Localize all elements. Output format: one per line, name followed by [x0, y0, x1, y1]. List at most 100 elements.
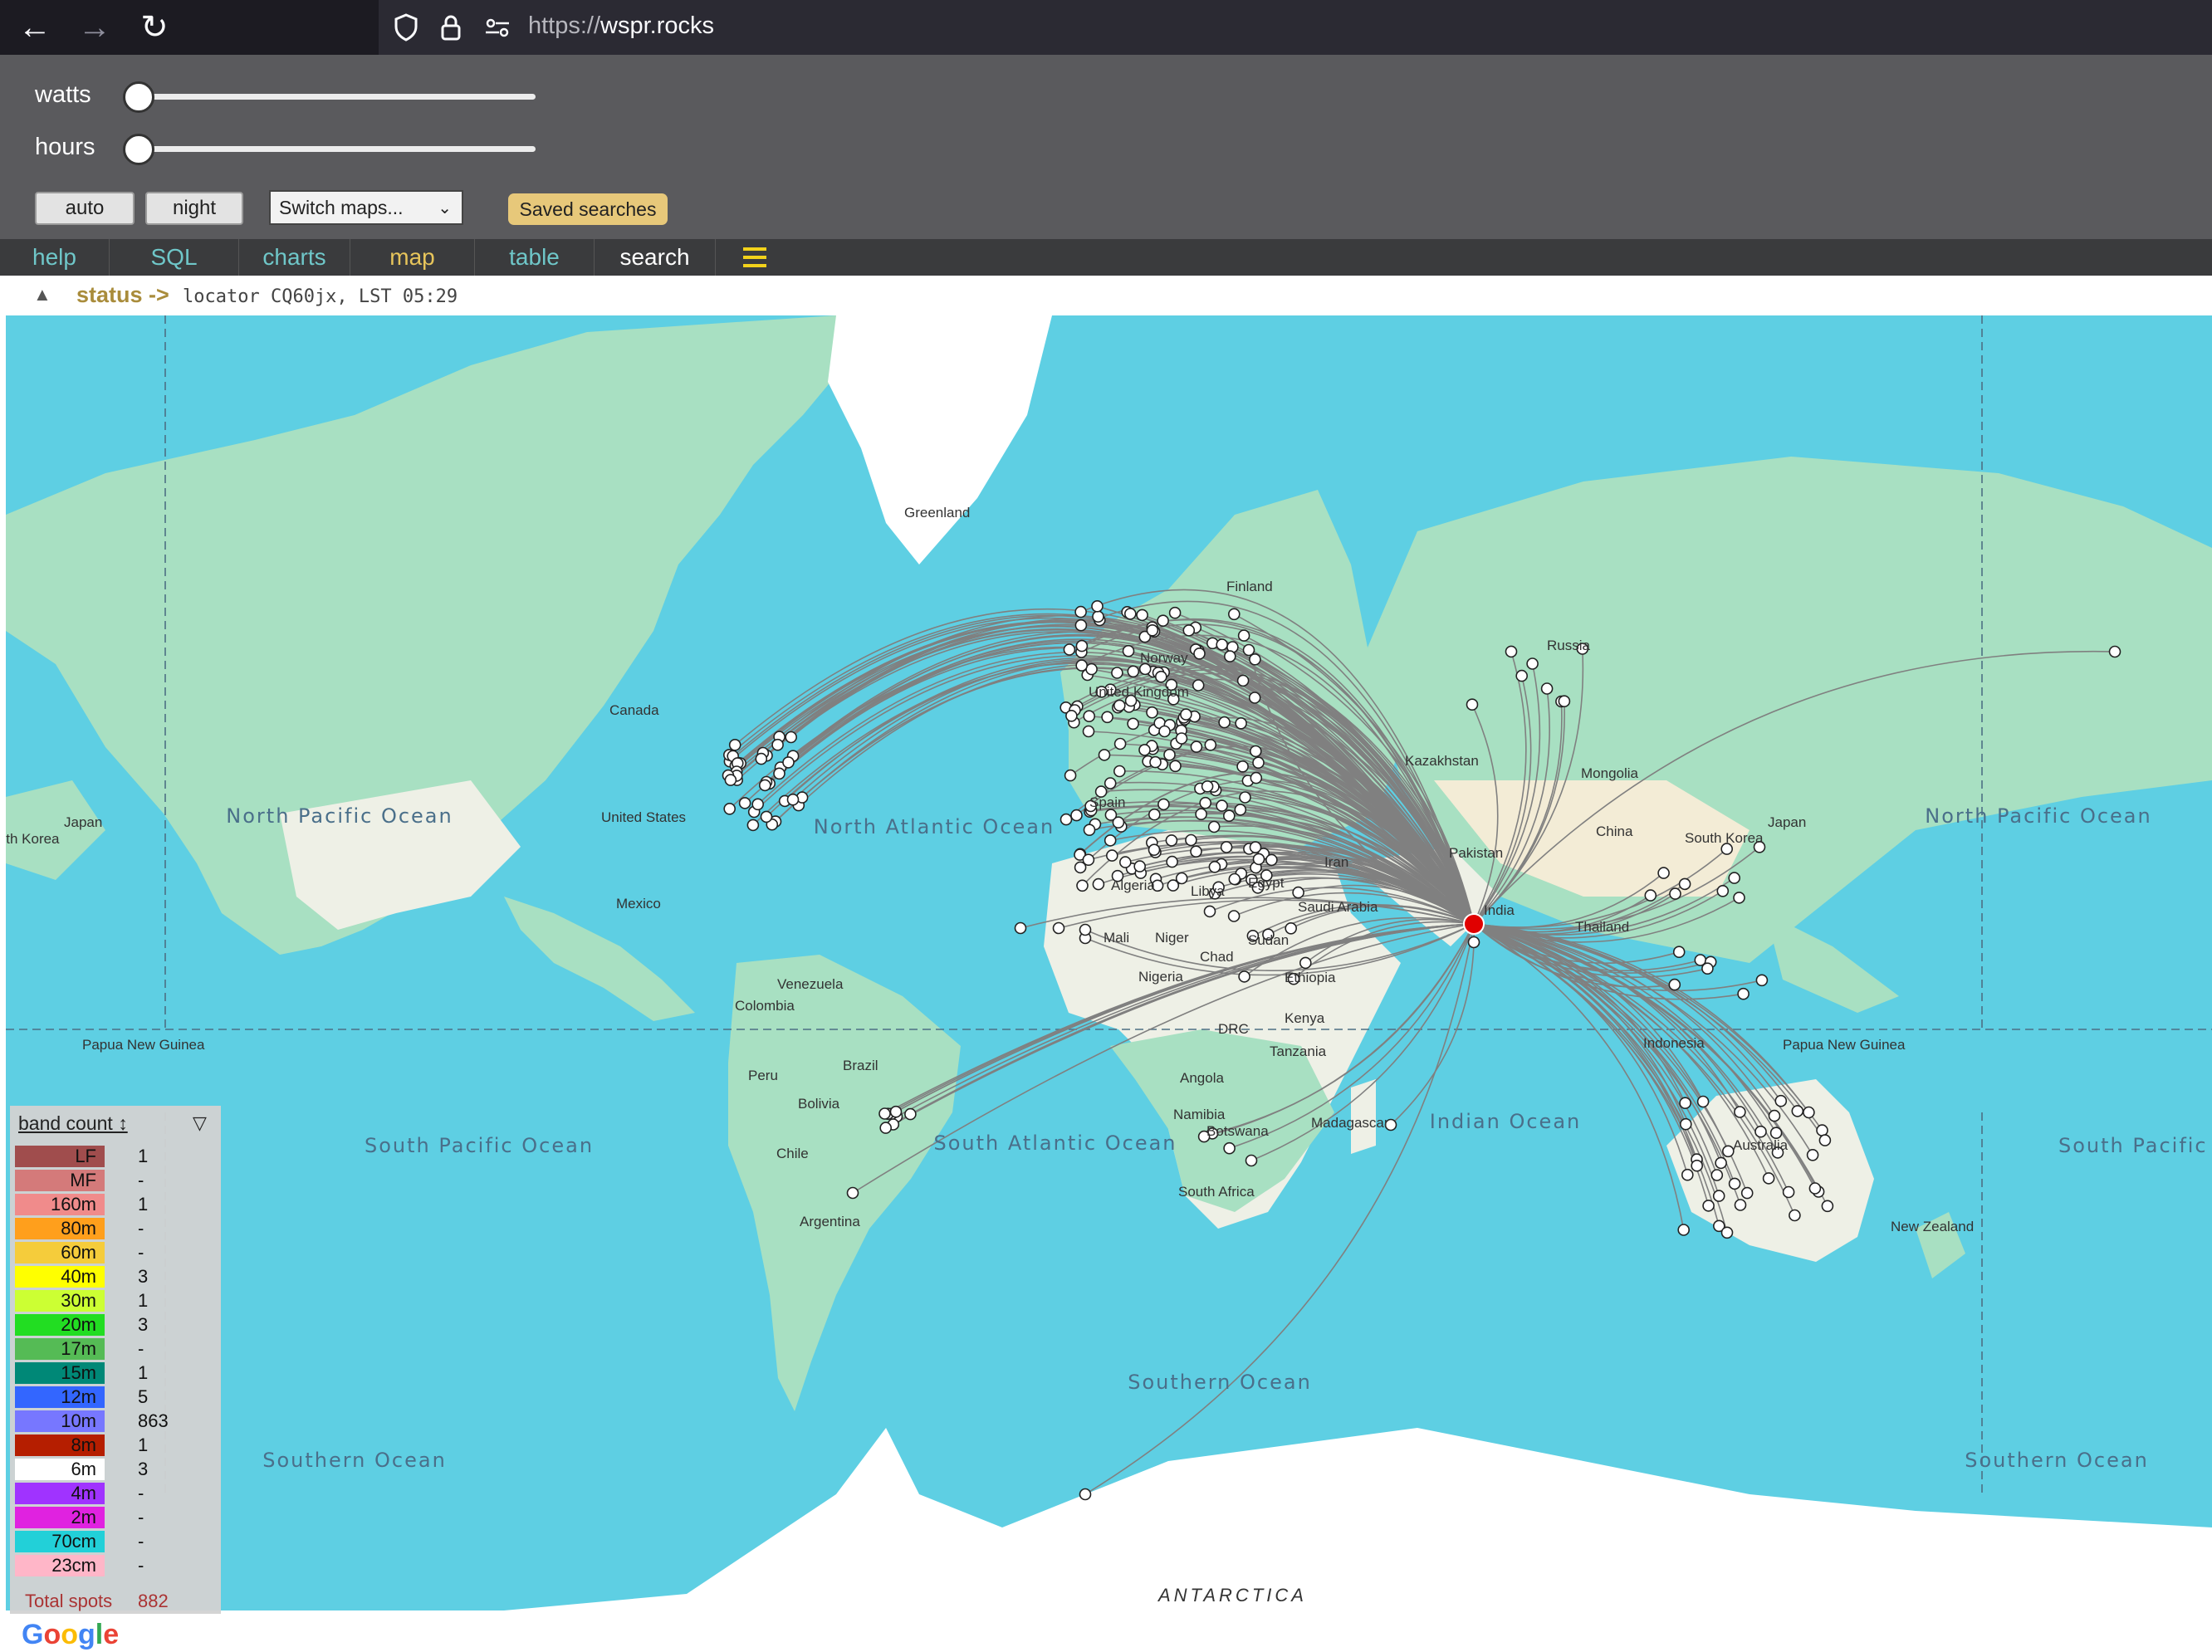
spot-marker[interactable] — [1148, 843, 1161, 857]
tab-charts[interactable]: charts — [239, 239, 350, 276]
legend-band-6m[interactable]: 6m — [15, 1459, 105, 1480]
spot-marker[interactable] — [1216, 638, 1228, 651]
spot-marker[interactable] — [1235, 716, 1247, 730]
spot-marker[interactable] — [1106, 849, 1118, 862]
spot-marker[interactable] — [1060, 813, 1073, 826]
spot-marker[interactable] — [1201, 780, 1214, 793]
spot-marker[interactable] — [1782, 1185, 1795, 1199]
spot-marker[interactable] — [1712, 1190, 1725, 1202]
spot-marker[interactable] — [1014, 921, 1027, 935]
spot-marker[interactable] — [1242, 643, 1255, 657]
legend-band-17m[interactable]: 17m — [15, 1338, 105, 1360]
spot-marker[interactable] — [1079, 923, 1092, 936]
spot-marker[interactable] — [1127, 717, 1139, 731]
spot-marker[interactable] — [1250, 745, 1262, 758]
legend-band-15m[interactable]: 15m — [15, 1362, 105, 1384]
spot-marker[interactable] — [755, 752, 768, 765]
legend-band-23cm[interactable]: 23cm — [15, 1555, 105, 1576]
spot-marker[interactable] — [1182, 624, 1196, 637]
spot-marker[interactable] — [1207, 820, 1221, 833]
spot-marker[interactable] — [1292, 886, 1304, 899]
spot-marker[interactable] — [889, 1105, 903, 1118]
url-text[interactable]: https://wspr.rocks — [528, 12, 714, 40]
spot-marker[interactable] — [1762, 1172, 1775, 1185]
spot-marker[interactable] — [1227, 910, 1241, 922]
spot-marker[interactable] — [1111, 667, 1123, 679]
spot-marker[interactable] — [1146, 706, 1158, 719]
spot-marker[interactable] — [1734, 1106, 1746, 1118]
spot-marker[interactable] — [1789, 1209, 1801, 1222]
spot-marker[interactable] — [1808, 1182, 1822, 1195]
spot-marker[interactable] — [1203, 905, 1216, 918]
legend-band-8m[interactable]: 8m — [15, 1435, 105, 1456]
spot-marker[interactable] — [1657, 867, 1670, 879]
spot-marker[interactable] — [1122, 644, 1135, 657]
spot-marker[interactable] — [1239, 791, 1251, 804]
spot-marker[interactable] — [1052, 921, 1065, 935]
spot-marker[interactable] — [1540, 682, 1554, 695]
spot-marker[interactable] — [1236, 760, 1249, 773]
spot-marker[interactable] — [1190, 845, 1202, 858]
spot-marker[interactable] — [1740, 1186, 1754, 1200]
legend-band-80m[interactable]: 80m — [15, 1218, 105, 1239]
spot-marker[interactable] — [1668, 978, 1681, 991]
spot-marker[interactable] — [1098, 749, 1111, 761]
tab-help[interactable]: help — [0, 239, 110, 276]
spot-marker[interactable] — [1075, 659, 1088, 672]
spot-marker[interactable] — [1265, 853, 1278, 867]
spot-marker[interactable] — [1224, 650, 1236, 662]
spot-marker[interactable] — [1220, 841, 1233, 853]
spot-marker[interactable] — [2108, 645, 2121, 658]
spot-marker[interactable] — [773, 767, 785, 780]
legend-band-40m[interactable]: 40m — [15, 1266, 105, 1288]
spot-marker[interactable] — [1149, 755, 1162, 769]
spot-marker[interactable] — [1085, 662, 1098, 676]
spot-marker[interactable] — [1236, 674, 1250, 687]
spot-marker[interactable] — [1774, 1094, 1788, 1107]
spot-marker[interactable] — [1728, 872, 1740, 884]
hours-slider-track[interactable] — [137, 146, 536, 152]
spot-marker[interactable] — [1644, 889, 1657, 902]
lock-icon[interactable] — [433, 10, 468, 45]
spot-marker[interactable] — [1083, 710, 1095, 723]
spot-marker[interactable] — [1163, 748, 1176, 761]
shield-icon[interactable] — [389, 10, 423, 45]
spot-marker[interactable] — [1074, 618, 1088, 632]
spot-marker[interactable] — [786, 793, 800, 806]
spot-marker[interactable] — [1716, 884, 1730, 897]
tab-table[interactable]: table — [475, 239, 595, 276]
spot-marker[interactable] — [1104, 809, 1118, 821]
legend-band-70cm[interactable]: 70cm — [15, 1531, 105, 1552]
hamburger-icon[interactable] — [716, 239, 794, 276]
spot-marker[interactable] — [1092, 610, 1104, 623]
spot-marker[interactable] — [1558, 695, 1571, 708]
spot-marker[interactable] — [1245, 1154, 1258, 1167]
spot-marker[interactable] — [1104, 777, 1117, 789]
spot-marker[interactable] — [1192, 679, 1205, 692]
spot-marker[interactable] — [1074, 605, 1087, 618]
watts-slider-thumb[interactable] — [123, 81, 154, 113]
spot-marker[interactable] — [1175, 872, 1188, 885]
switch-maps-select[interactable]: Switch maps... ⌄ — [269, 190, 463, 225]
spot-marker[interactable] — [1672, 946, 1686, 959]
spot-marker[interactable] — [1157, 614, 1169, 628]
spot-marker[interactable] — [1185, 833, 1197, 847]
spot-marker[interactable] — [1821, 1200, 1834, 1213]
legend-band-10m[interactable]: 10m — [15, 1410, 105, 1432]
legend-band-4m[interactable]: 4m — [15, 1483, 105, 1504]
spot-marker[interactable] — [1691, 1159, 1703, 1172]
spot-marker[interactable] — [1175, 732, 1188, 745]
spot-marker[interactable] — [1168, 606, 1182, 619]
spot-marker[interactable] — [1818, 1134, 1832, 1146]
spot-marker[interactable] — [1065, 709, 1078, 722]
spot-marker[interactable] — [1252, 756, 1265, 770]
spot-marker[interactable] — [1104, 834, 1117, 847]
spot-marker[interactable] — [1679, 1097, 1691, 1110]
collapse-triangle-icon[interactable]: ▲ — [33, 284, 51, 305]
permissions-icon[interactable] — [480, 10, 515, 45]
spot-marker[interactable] — [1157, 798, 1170, 811]
spot-marker[interactable] — [1092, 877, 1105, 891]
spot-marker[interactable] — [878, 1107, 891, 1120]
spot-marker[interactable] — [1526, 657, 1539, 670]
spot-marker[interactable] — [1467, 936, 1480, 949]
